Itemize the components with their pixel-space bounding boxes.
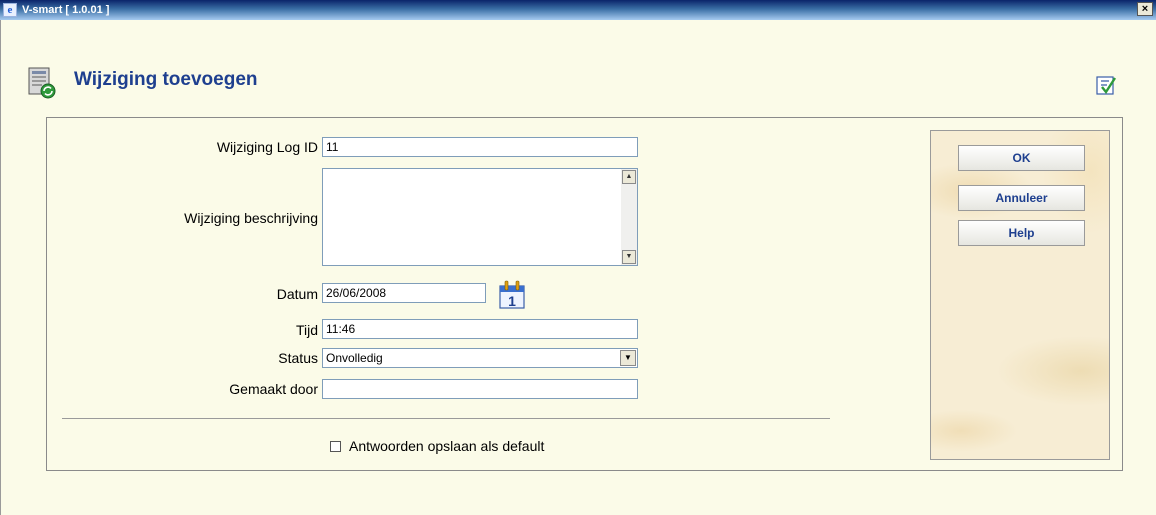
time-label: Tijd: [295, 322, 318, 338]
cancel-button[interactable]: Annuleer: [958, 185, 1085, 211]
time-field[interactable]: 11:46: [322, 319, 638, 339]
status-value: Onvolledig: [326, 351, 383, 365]
log-id-label: Wijziging Log ID: [216, 139, 318, 155]
button-panel: OK Annuleer Help: [930, 130, 1110, 460]
date-field[interactable]: 26/06/2008: [322, 283, 486, 303]
document-refresh-icon: [28, 67, 56, 99]
status-select[interactable]: Onvolledig ▼: [322, 348, 638, 368]
log-id-field[interactable]: 11: [322, 137, 638, 157]
made-by-label: Gemaakt door: [229, 381, 318, 397]
scroll-up-icon[interactable]: ▲: [622, 170, 636, 184]
scroll-down-icon[interactable]: ▼: [622, 250, 636, 264]
status-label: Status: [278, 350, 318, 366]
description-textarea[interactable]: ▲ ▼: [322, 168, 638, 266]
window-title: V-smart [ 1.0.01 ]: [22, 4, 110, 16]
ok-button[interactable]: OK: [958, 145, 1085, 171]
checklist-icon[interactable]: [1095, 74, 1117, 96]
divider: [62, 418, 830, 419]
calendar-day: 1: [508, 293, 516, 309]
description-label: Wijziging beschrijving: [184, 210, 318, 226]
window-border: [0, 20, 1, 515]
description-scrollbar[interactable]: ▲ ▼: [621, 169, 637, 265]
made-by-field[interactable]: [322, 379, 638, 399]
save-default-checkbox[interactable]: [330, 441, 341, 452]
date-label: Datum: [276, 286, 318, 302]
chevron-down-icon[interactable]: ▼: [620, 350, 636, 366]
app-icon: e: [3, 3, 17, 17]
calendar-icon[interactable]: 1: [498, 280, 526, 310]
save-default-label[interactable]: Antwoorden opslaan als default: [349, 438, 544, 454]
close-button[interactable]: ×: [1137, 2, 1153, 16]
help-button[interactable]: Help: [958, 220, 1085, 246]
window-titlebar[interactable]: e V-smart [ 1.0.01 ] ×: [0, 0, 1156, 20]
page-title: Wijziging toevoegen: [74, 69, 258, 90]
